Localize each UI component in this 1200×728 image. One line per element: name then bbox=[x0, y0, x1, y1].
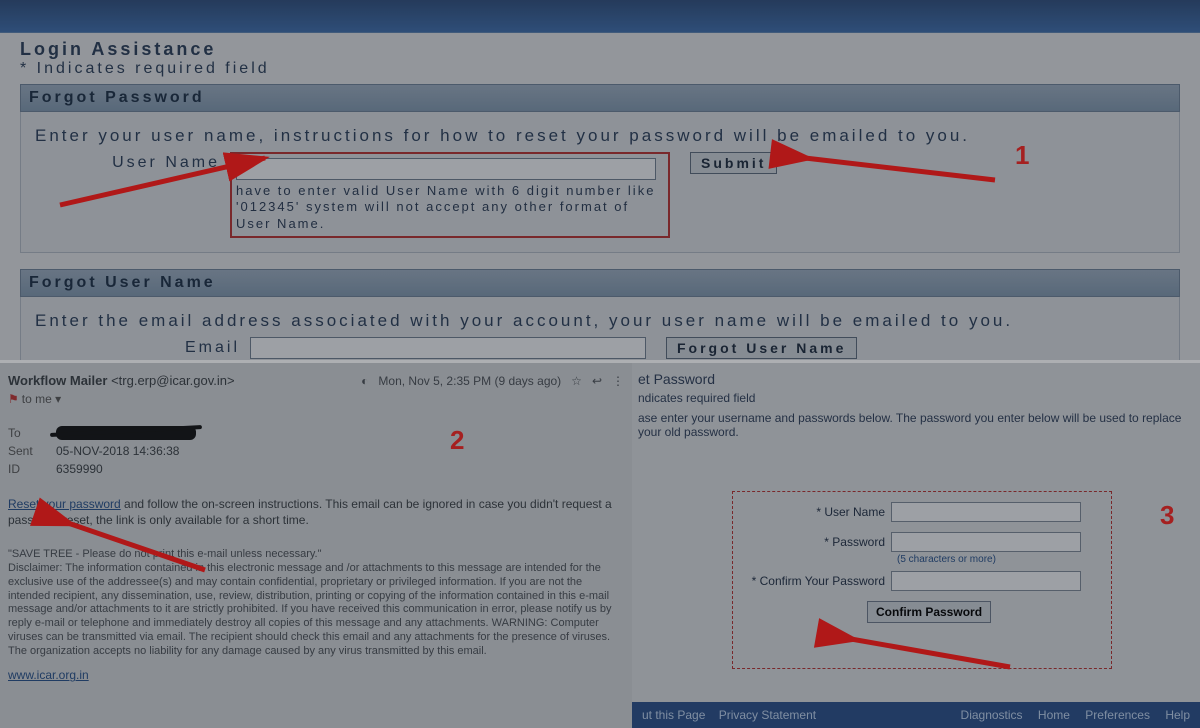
reset-description: ase enter your username and passwords be… bbox=[638, 411, 1190, 439]
reply-icon[interactable]: ↩ bbox=[592, 374, 602, 388]
submit-button[interactable]: Submit bbox=[690, 152, 777, 174]
reset-pass-input[interactable] bbox=[891, 532, 1081, 552]
required-indicator: * Indicates required field bbox=[20, 60, 1180, 78]
email-body: Reset your password and follow the on-sc… bbox=[8, 496, 624, 528]
annotation-1: 1 bbox=[1015, 140, 1029, 171]
reset-user-label: * User Name bbox=[741, 505, 891, 519]
reset-confirm-label: * Confirm Your Password bbox=[741, 574, 891, 588]
reset-fields-highlight: * User Name * Password (5 characters or … bbox=[732, 491, 1112, 669]
reset-user-input[interactable] bbox=[891, 502, 1081, 522]
disclaimer-text: Disclaimer: The information contained in… bbox=[8, 562, 624, 658]
email-from-addr: <trg.erp@icar.gov.in> bbox=[111, 373, 235, 388]
star-icon[interactable]: ☆ bbox=[571, 374, 582, 388]
kv-id-label: ID bbox=[8, 462, 38, 476]
reset-required: ndicates required field bbox=[638, 391, 1190, 405]
disclaimer-title: "SAVE TREE - Please do not print this e-… bbox=[8, 548, 624, 562]
forgot-password-instruction: Enter your user name, instructions for h… bbox=[35, 126, 1165, 146]
email-from: Workflow Mailer <trg.erp@icar.gov.in> bbox=[8, 373, 235, 388]
username-label: User Name bbox=[35, 152, 220, 172]
forgot-password-section: Enter your user name, instructions for h… bbox=[20, 112, 1180, 253]
confirm-password-button[interactable]: Confirm Password bbox=[867, 601, 991, 623]
reset-pass-hint: (5 characters or more) bbox=[897, 554, 1103, 565]
email-disclaimer: "SAVE TREE - Please do not print this e-… bbox=[8, 548, 624, 658]
footer-preferences[interactable]: Preferences bbox=[1085, 708, 1150, 722]
username-highlight-box: have to enter valid User Name with 6 dig… bbox=[230, 152, 670, 238]
reset-password-pane: et Password ndicates required field ase … bbox=[632, 360, 1200, 728]
footer-privacy[interactable]: Privacy Statement bbox=[719, 708, 816, 722]
forgot-username-instruction: Enter the email address associated with … bbox=[35, 311, 1165, 331]
window-top-band bbox=[0, 0, 1200, 33]
kv-sent-label: Sent bbox=[8, 444, 38, 458]
forgot-username-header: Forgot User Name bbox=[20, 269, 1180, 297]
email-pane: Workflow Mailer <trg.erp@icar.gov.in> ◐ … bbox=[0, 360, 632, 728]
footer-home[interactable]: Home bbox=[1038, 708, 1070, 722]
footer-diagnostics[interactable]: Diagnostics bbox=[961, 708, 1023, 722]
email-date: Mon, Nov 5, 2:35 PM (9 days ago) bbox=[378, 374, 561, 388]
email-to-me[interactable]: ⚑to me ▾ bbox=[8, 392, 624, 406]
reset-pass-label: * Password bbox=[741, 535, 891, 549]
site-link[interactable]: www.icar.org.in bbox=[8, 668, 89, 682]
annotation-3: 3 bbox=[1160, 500, 1174, 531]
email-label: Email bbox=[35, 337, 240, 357]
reset-footer: ut this Page Privacy Statement Diagnosti… bbox=[632, 702, 1200, 728]
main-content: Login Assistance * Indicates required fi… bbox=[0, 39, 1200, 391]
email-input[interactable] bbox=[250, 337, 646, 359]
forgot-password-header: Forgot Password bbox=[20, 84, 1180, 112]
kv-sent: 05-NOV-2018 14:36:38 bbox=[56, 444, 179, 458]
reset-title: et Password bbox=[638, 371, 1190, 387]
forgot-username-button[interactable]: Forgot User Name bbox=[666, 337, 857, 359]
username-input[interactable] bbox=[236, 158, 656, 180]
footer-help[interactable]: Help bbox=[1165, 708, 1190, 722]
attachment-icon: ◐ bbox=[361, 374, 368, 388]
flag-icon: ⚑ bbox=[8, 392, 19, 406]
email-metadata: To Sent 05-NOV-2018 14:36:38 ID 6359990 bbox=[8, 424, 624, 478]
kv-to-label: To bbox=[8, 426, 38, 440]
annotation-2: 2 bbox=[450, 425, 464, 456]
kv-id: 6359990 bbox=[56, 462, 103, 476]
more-icon[interactable]: ⋮ bbox=[612, 374, 624, 388]
bottom-composite: Workflow Mailer <trg.erp@icar.gov.in> ◐ … bbox=[0, 360, 1200, 728]
page-title: Login Assistance bbox=[20, 39, 1180, 60]
reset-confirm-input[interactable] bbox=[891, 571, 1081, 591]
reset-password-link[interactable]: Reset your password bbox=[8, 497, 121, 511]
email-from-name: Workflow Mailer bbox=[8, 373, 107, 388]
redacted-recipient bbox=[56, 426, 196, 440]
username-hint: have to enter valid User Name with 6 dig… bbox=[236, 183, 664, 232]
footer-about[interactable]: ut this Page bbox=[642, 708, 705, 722]
